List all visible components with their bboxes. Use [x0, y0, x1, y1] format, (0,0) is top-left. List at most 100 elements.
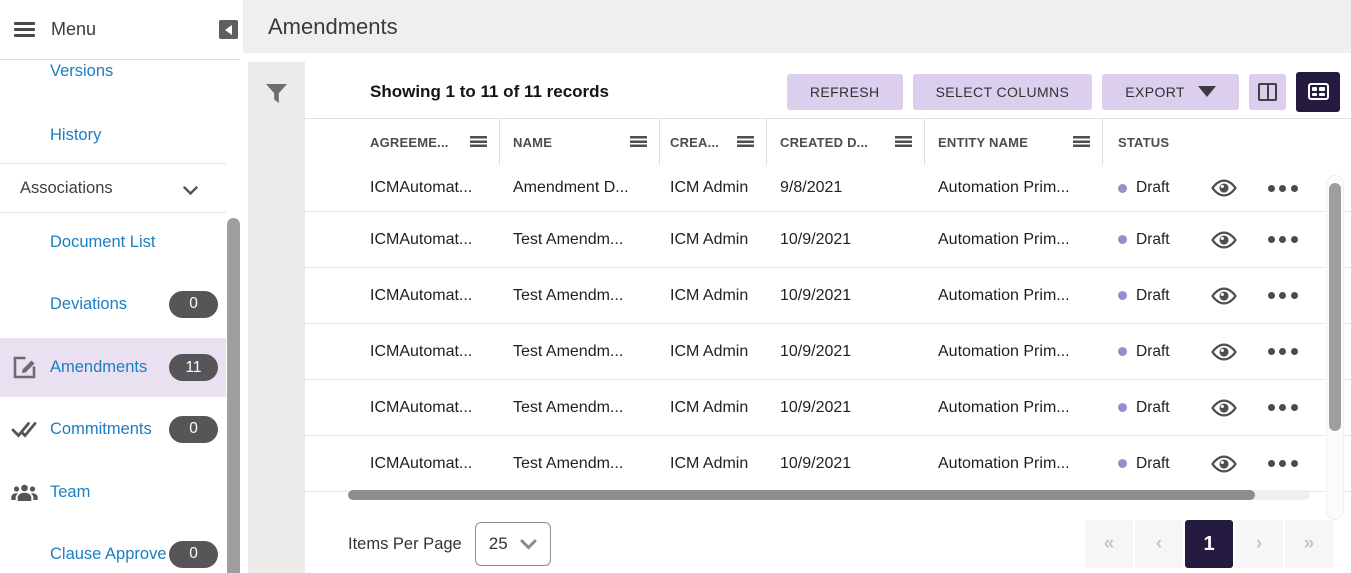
column-menu-icon[interactable]	[630, 136, 647, 149]
status-dot	[1118, 459, 1127, 468]
table-row[interactable]: ICMAutomat... Amendment D... ICM Admin 9…	[305, 165, 1351, 212]
eye-icon	[1210, 179, 1238, 197]
column-header-created-by[interactable]: CREA...	[660, 119, 767, 165]
filter-button[interactable]	[262, 78, 292, 108]
refresh-button[interactable]: REFRESH	[787, 74, 903, 110]
records-summary: Showing 1 to 11 of 11 records	[370, 82, 609, 102]
grid-layout-button[interactable]	[1296, 72, 1340, 112]
status-cell: Draft	[1103, 231, 1351, 249]
main-pane: Amendments Showing 1 to 11 of 11 records…	[240, 0, 1351, 573]
ellipsis-icon	[1268, 460, 1275, 467]
column-menu-icon[interactable]	[470, 136, 487, 149]
vertical-scrollbar-thumb[interactable]	[1329, 183, 1341, 431]
sidebar-collapse-button[interactable]	[219, 20, 238, 39]
ellipsis-icon	[1268, 292, 1275, 299]
select-columns-button[interactable]: SELECT COLUMNS	[913, 74, 1093, 110]
ellipsis-icon	[1268, 236, 1275, 243]
status-dot	[1118, 184, 1127, 193]
collapse-icon	[225, 25, 232, 35]
chevron-down-icon	[183, 183, 198, 201]
table-row[interactable]: ICMAutomat... Test Amendm... ICM Admin 1…	[305, 268, 1351, 324]
sidebar-item-team[interactable]: Team	[0, 478, 226, 506]
chevron-down-icon	[520, 539, 537, 550]
sidebar-item-clause-approve[interactable]: Clause Approve 0	[0, 540, 226, 568]
amendments-count-badge: 11	[169, 354, 218, 381]
eye-icon	[1210, 455, 1238, 473]
team-icon	[10, 483, 38, 502]
status-badge: Draft	[1136, 287, 1170, 305]
status-dot	[1118, 291, 1127, 300]
sidebar-item-document-list[interactable]: Document List	[0, 228, 226, 256]
prev-page-button[interactable]: ‹	[1135, 520, 1183, 568]
columns-layout-button[interactable]	[1249, 74, 1286, 110]
table-row[interactable]: ICMAutomat... Test Amendm... ICM Admin 1…	[305, 380, 1351, 436]
row-actions-button[interactable]	[1268, 185, 1298, 192]
column-header-entity-name[interactable]: ENTITY NAME	[925, 119, 1103, 165]
page-header: Amendments	[243, 0, 1351, 53]
sidebar-scrollbar[interactable]	[227, 218, 240, 573]
column-header-created-date[interactable]: CREATED D...	[767, 119, 925, 165]
view-row-button[interactable]	[1210, 287, 1238, 305]
view-row-button[interactable]	[1210, 399, 1238, 417]
view-row-button[interactable]	[1210, 343, 1238, 361]
table-row[interactable]: ICMAutomat... Test Amendm... ICM Admin 1…	[305, 436, 1351, 492]
eye-icon	[1210, 399, 1238, 417]
sidebar-item-deviations[interactable]: Deviations 0	[0, 290, 226, 318]
ellipsis-icon	[1268, 348, 1275, 355]
row-actions-button[interactable]	[1268, 292, 1298, 299]
row-actions-button[interactable]	[1268, 460, 1298, 467]
status-badge: Draft	[1136, 399, 1170, 417]
last-page-button[interactable]: »	[1285, 520, 1333, 568]
row-actions-button[interactable]	[1268, 404, 1298, 411]
status-cell: Draft	[1103, 399, 1351, 417]
column-menu-icon[interactable]	[737, 136, 754, 149]
table-toolbar: Showing 1 to 11 of 11 records REFRESH SE…	[305, 53, 1351, 118]
status-cell: Draft	[1103, 455, 1351, 473]
toolbar-buttons: REFRESH SELECT COLUMNS EXPORT	[787, 72, 1340, 112]
items-per-page-select[interactable]: 25	[475, 522, 551, 566]
horizontal-scrollbar-thumb[interactable]	[348, 490, 1255, 500]
ellipsis-icon	[1268, 404, 1275, 411]
eye-icon	[1210, 343, 1238, 361]
app-window: Menu Versions History Associations Docum…	[0, 0, 1351, 573]
status-badge: Draft	[1136, 455, 1170, 473]
table-body: ICMAutomat... Amendment D... ICM Admin 9…	[305, 165, 1351, 492]
filter-rail	[248, 62, 305, 573]
row-actions-button[interactable]	[1268, 348, 1298, 355]
view-row-button[interactable]	[1210, 231, 1238, 249]
clause-approve-count-badge: 0	[169, 541, 218, 568]
columns-layout-icon	[1258, 83, 1277, 101]
current-page-button[interactable]: 1	[1185, 520, 1233, 568]
pagination: « ‹ 1 › »	[1085, 520, 1333, 568]
export-button[interactable]: EXPORT	[1102, 74, 1239, 110]
column-menu-icon[interactable]	[895, 136, 912, 149]
status-dot	[1118, 235, 1127, 244]
ellipsis-icon	[1268, 185, 1275, 192]
sidebar-item-amendments[interactable]: Amendments 11	[0, 338, 226, 397]
sidebar-item-versions[interactable]: Versions	[0, 57, 226, 85]
view-row-button[interactable]	[1210, 455, 1238, 473]
column-header-status[interactable]: STATUS	[1103, 119, 1351, 165]
double-check-icon	[10, 420, 38, 439]
column-header-agreement[interactable]: AGREEME...	[305, 119, 500, 165]
sidebar-item-commitments[interactable]: Commitments 0	[0, 415, 226, 443]
sidebar-section-associations[interactable]: Associations	[0, 164, 226, 212]
next-page-button[interactable]: ›	[1235, 520, 1283, 568]
row-actions-button[interactable]	[1268, 236, 1298, 243]
edit-icon	[10, 356, 38, 379]
status-cell: Draft	[1103, 343, 1351, 361]
sidebar-item-history[interactable]: History	[0, 121, 226, 149]
horizontal-scrollbar[interactable]	[348, 490, 1310, 500]
table-row[interactable]: ICMAutomat... Test Amendm... ICM Admin 1…	[305, 212, 1351, 268]
sidebar-title: Menu	[51, 19, 96, 40]
first-page-button[interactable]: «	[1085, 520, 1133, 568]
status-dot	[1118, 347, 1127, 356]
hamburger-icon[interactable]	[14, 22, 35, 37]
view-row-button[interactable]	[1210, 179, 1238, 197]
table-row[interactable]: ICMAutomat... Test Amendm... ICM Admin 1…	[305, 324, 1351, 380]
column-header-name[interactable]: NAME	[500, 119, 660, 165]
column-menu-icon[interactable]	[1073, 136, 1090, 149]
commitments-count-badge: 0	[169, 416, 218, 443]
items-per-page-label: Items Per Page	[348, 535, 462, 554]
vertical-scrollbar[interactable]	[1326, 175, 1344, 520]
